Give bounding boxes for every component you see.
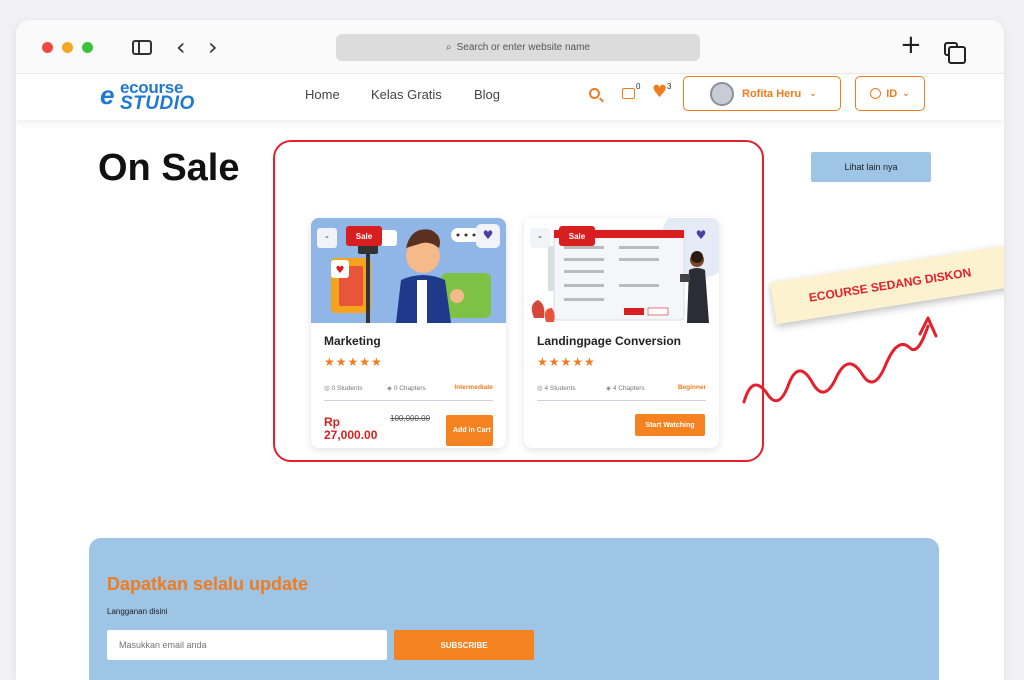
newsletter-section: Dapatkan selalu update Langganan disini …: [89, 538, 939, 680]
course-thumbnail: ♥ - Sale ♥: [311, 218, 506, 323]
add-to-cart-button[interactable]: Add in Cart: [446, 415, 493, 446]
divider: [324, 400, 493, 401]
language-label: ID: [886, 87, 898, 100]
logo-text-bottom: STUDIO: [120, 93, 195, 114]
back-arrow-icon[interactable]: ‹: [176, 33, 186, 61]
level-badge: Beginner: [677, 384, 706, 391]
course-card[interactable]: ♥ - Sale ♥ Marketing ★★★★★ ◎ 0 Students …: [311, 218, 506, 448]
wishlist-heart-icon[interactable]: ♥: [476, 224, 500, 248]
remove-button[interactable]: -: [317, 228, 337, 248]
star-rating: ★★★★★: [537, 355, 596, 369]
cart-count-badge: 0: [636, 82, 641, 91]
layers-icon: ◈: [387, 385, 392, 392]
user-menu-button[interactable]: Rofita Heru ⌄: [683, 76, 841, 111]
course-title[interactable]: Marketing: [324, 334, 381, 348]
tabs-overview-icon[interactable]: [944, 42, 966, 64]
browser-toolbar: ‹ › ⌕ Search or enter website name +: [16, 20, 1004, 74]
logo-cart-icon: e: [100, 80, 115, 110]
course-card[interactable]: - Sale ♥ Landingpage Conversion ★★★★★ ◎ …: [524, 218, 719, 448]
chevron-down-icon: ⌄: [809, 88, 817, 99]
chapters-count: ◈ 4 Chapters: [606, 385, 645, 392]
wishlist-heart-icon[interactable]: ♥: [652, 82, 667, 102]
wishlist-count-badge: 3: [667, 82, 672, 91]
subscribe-button[interactable]: SUBSCRIBE: [394, 630, 534, 660]
logo[interactable]: e ecourse STUDIO: [100, 78, 220, 114]
user-icon: ◎: [537, 385, 543, 392]
user-icon: ◎: [324, 385, 330, 392]
new-tab-icon[interactable]: +: [900, 30, 922, 60]
layers-icon: ◈: [606, 385, 611, 392]
wishlist-heart-icon[interactable]: ♥: [689, 224, 713, 248]
email-input[interactable]: [107, 630, 387, 660]
course-thumbnail: - Sale ♥: [524, 218, 719, 323]
nav-home[interactable]: Home: [305, 87, 340, 102]
search-icon: ⌕: [445, 42, 452, 53]
sale-badge: Sale: [559, 226, 595, 246]
chapters-count: ◈ 0 Chapters: [387, 385, 426, 392]
user-name: Rofita Heru: [742, 87, 802, 100]
star-rating: ★★★★★: [324, 355, 383, 369]
annotation-arrow-icon: [742, 316, 938, 404]
maximize-window-button[interactable]: [82, 42, 93, 53]
search-icon[interactable]: [589, 88, 600, 99]
close-window-button[interactable]: [42, 42, 53, 53]
cart-icon[interactable]: [622, 88, 635, 99]
divider: [537, 400, 706, 401]
svg-text:♥: ♥: [336, 265, 345, 276]
page-title: On Sale: [98, 147, 240, 189]
course-title[interactable]: Landingpage Conversion: [537, 334, 681, 348]
newsletter-subtitle: Langganan disini: [107, 607, 168, 616]
sale-price: Rp 27,000.00: [324, 415, 378, 442]
sale-badge: Sale: [346, 226, 382, 246]
remove-button[interactable]: -: [530, 228, 550, 248]
nav-blog[interactable]: Blog: [474, 87, 500, 102]
students-count: ◎ 0 Students: [324, 385, 363, 392]
address-bar[interactable]: ⌕ Search or enter website name: [336, 34, 700, 61]
students-count: ◎ 4 Students: [537, 385, 576, 392]
address-bar-placeholder: Search or enter website name: [456, 42, 590, 53]
original-price: 100,000.00: [390, 414, 431, 423]
minimize-window-button[interactable]: [62, 42, 73, 53]
start-watching-button[interactable]: Start Watching: [635, 414, 705, 436]
see-more-button[interactable]: Lihat lain nya: [811, 152, 931, 182]
browser-window: ‹ › ⌕ Search or enter website name + e e…: [16, 20, 1004, 680]
nav-kelas-gratis[interactable]: Kelas Gratis: [371, 87, 442, 102]
globe-icon: [870, 88, 882, 99]
sidebar-toggle-icon[interactable]: [132, 40, 152, 55]
level-badge: Intermediate: [454, 384, 493, 391]
avatar: [710, 81, 734, 106]
newsletter-title: Dapatkan selalu update: [107, 574, 309, 594]
language-selector[interactable]: ID ⌄: [855, 76, 925, 111]
chevron-down-icon: ⌄: [902, 88, 910, 99]
site-header: e ecourse STUDIO Home Kelas Gratis Blog …: [16, 74, 1004, 120]
forward-arrow-icon[interactable]: ›: [208, 33, 218, 61]
